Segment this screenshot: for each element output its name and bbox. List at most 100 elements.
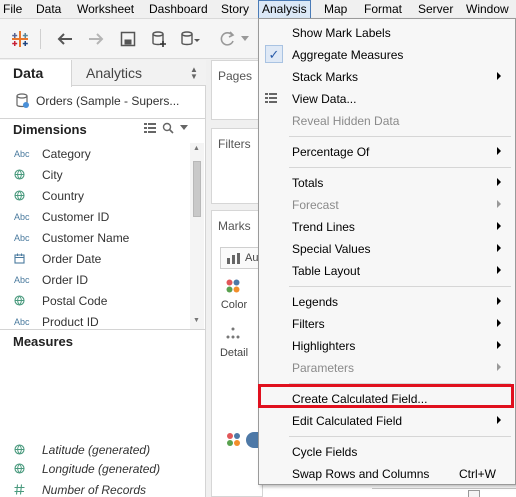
search-icon[interactable] [162, 122, 174, 134]
color-button[interactable]: Color [212, 277, 258, 321]
menu-item-label: Legends [292, 295, 339, 309]
list-view-icon[interactable] [144, 123, 156, 133]
menu-story[interactable]: Story [221, 0, 249, 19]
menu-item-view-data[interactable]: View Data... [259, 88, 515, 110]
tab-analytics[interactable]: Analytics [86, 60, 142, 86]
field-label: Customer Name [42, 230, 130, 245]
menu-item-show-mark-labels[interactable]: Show Mark Labels [259, 22, 515, 44]
submenu-arrow-icon [497, 266, 501, 274]
refresh-dropdown-icon[interactable] [238, 27, 252, 51]
globe-icon [14, 463, 25, 477]
menu-item-label: Stack Marks [292, 70, 359, 84]
menu-analysis[interactable]: Analysis [258, 0, 311, 19]
divider [0, 329, 206, 330]
detail-icon [226, 327, 240, 339]
menu-dashboard[interactable]: Dashboard [149, 0, 208, 19]
list-item[interactable]: Number of Records [0, 480, 190, 497]
list-item[interactable]: Postal Code [0, 290, 190, 311]
submenu-arrow-icon [497, 319, 501, 327]
status-bar-line [372, 488, 516, 489]
tableau-logo-icon[interactable] [8, 27, 32, 51]
menu-item-filters[interactable]: Filters [259, 313, 515, 335]
menu-worksheet[interactable]: Worksheet [77, 0, 134, 19]
menu-item-percentage-of[interactable]: Percentage Of [259, 141, 515, 163]
check-icon: ✓ [265, 45, 283, 63]
menu-map[interactable]: Map [324, 0, 347, 19]
menu-item-legends[interactable]: Legends [259, 291, 515, 313]
measures-title: Measures [13, 334, 73, 349]
menu-item-swap-rows-and-columns[interactable]: Swap Rows and Columns Ctrl+W [259, 463, 515, 485]
menu-server[interactable]: Server [418, 0, 453, 19]
list-item[interactable]: Abc Product ID [0, 311, 190, 328]
datasource-icon[interactable] [178, 27, 202, 51]
tab-data[interactable]: Data [0, 60, 72, 87]
forward-arrow-icon[interactable] [84, 27, 108, 51]
menu-item-aggregate-measures[interactable]: ✓ Aggregate Measures [259, 44, 515, 66]
menu-item-table-layout[interactable]: Table Layout [259, 260, 515, 282]
detail-button[interactable]: Detail [212, 325, 258, 369]
dimension-scrollbar[interactable]: ▲ ▼ [190, 143, 204, 329]
datasource-icon [16, 93, 29, 108]
menu-data[interactable]: Data [36, 0, 61, 19]
submenu-arrow-icon [497, 416, 501, 424]
list-item[interactable]: Abc Category [0, 143, 190, 164]
submenu-arrow-icon [497, 200, 501, 208]
dimension-list: Abc Category City Country Abc Customer I… [0, 143, 190, 328]
menu-item-label: Trend Lines [292, 220, 355, 234]
divider [0, 118, 206, 119]
data-pane: Data Analytics ▲ ▼ Orders (Sample - Super… [0, 60, 206, 497]
string-type-icon: Abc [14, 148, 30, 159]
menu-separator [289, 167, 511, 168]
field-label: Customer ID [42, 209, 110, 224]
list-item[interactable]: City [0, 164, 190, 185]
string-type-icon: Abc [14, 232, 30, 243]
color-icon [226, 279, 240, 293]
menu-item-totals[interactable]: Totals [259, 172, 515, 194]
field-label: Number of Records [42, 483, 147, 497]
grid-icon [265, 93, 277, 103]
menu-format[interactable]: Format [364, 0, 402, 19]
list-item[interactable]: Abc Customer ID [0, 206, 190, 227]
submenu-arrow-icon [497, 72, 501, 80]
menu-item-label: Filters [292, 317, 325, 331]
shortcut-label: Ctrl+W [459, 467, 496, 481]
filters-title: Filters [218, 137, 251, 151]
dropdown-arrow-icon[interactable] [180, 125, 188, 131]
list-item[interactable]: Longitude (generated) [0, 459, 190, 480]
save-icon[interactable] [116, 27, 140, 51]
new-datasource-icon[interactable] [147, 27, 171, 51]
menu-item-label: Swap Rows and Columns [292, 467, 430, 481]
menu-separator [289, 286, 511, 287]
pages-title: Pages [218, 69, 253, 83]
menu-item-stack-marks[interactable]: Stack Marks [259, 66, 515, 88]
scroll-thumb[interactable] [193, 161, 201, 217]
menu-file[interactable]: File [3, 0, 22, 19]
tab-scroll-arrows-icon[interactable]: ▲ ▼ [190, 66, 198, 81]
string-type-icon: Abc [14, 211, 30, 222]
menu-item-cycle-fields[interactable]: Cycle Fields [259, 441, 515, 463]
sheet-tab-icon[interactable] [468, 490, 480, 497]
menu-window[interactable]: Window [466, 0, 509, 19]
back-arrow-icon[interactable] [53, 27, 77, 51]
submenu-arrow-icon [497, 297, 501, 305]
menu-item-highlighters[interactable]: Highlighters [259, 335, 515, 357]
scroll-down-icon[interactable]: ▼ [193, 317, 200, 324]
menu-item-reveal-hidden-data: Reveal Hidden Data [259, 110, 515, 132]
list-item[interactable]: Abc Order ID [0, 269, 190, 290]
scroll-up-icon[interactable]: ▲ [193, 145, 200, 152]
menu-item-label: Special Values [292, 242, 371, 256]
datasource-label: Orders (Sample - Supers... [36, 94, 180, 108]
datasource-item[interactable]: Orders (Sample - Supers... [16, 92, 179, 110]
list-item[interactable]: Order Date [0, 248, 190, 269]
submenu-arrow-icon [497, 178, 501, 186]
field-label: Order Date [42, 251, 102, 266]
menu-item-trend-lines[interactable]: Trend Lines [259, 216, 515, 238]
list-item[interactable]: Abc Customer Name [0, 227, 190, 248]
menu-item-special-values[interactable]: Special Values [259, 238, 515, 260]
menu-item-edit-calculated-field[interactable]: Edit Calculated Field [259, 410, 515, 432]
menu-item-parameters: Parameters [259, 357, 515, 379]
list-item[interactable]: Country [0, 185, 190, 206]
list-item[interactable]: Latitude (generated) [0, 440, 190, 461]
refresh-icon[interactable] [216, 27, 240, 51]
detail-label: Detail [219, 347, 249, 359]
